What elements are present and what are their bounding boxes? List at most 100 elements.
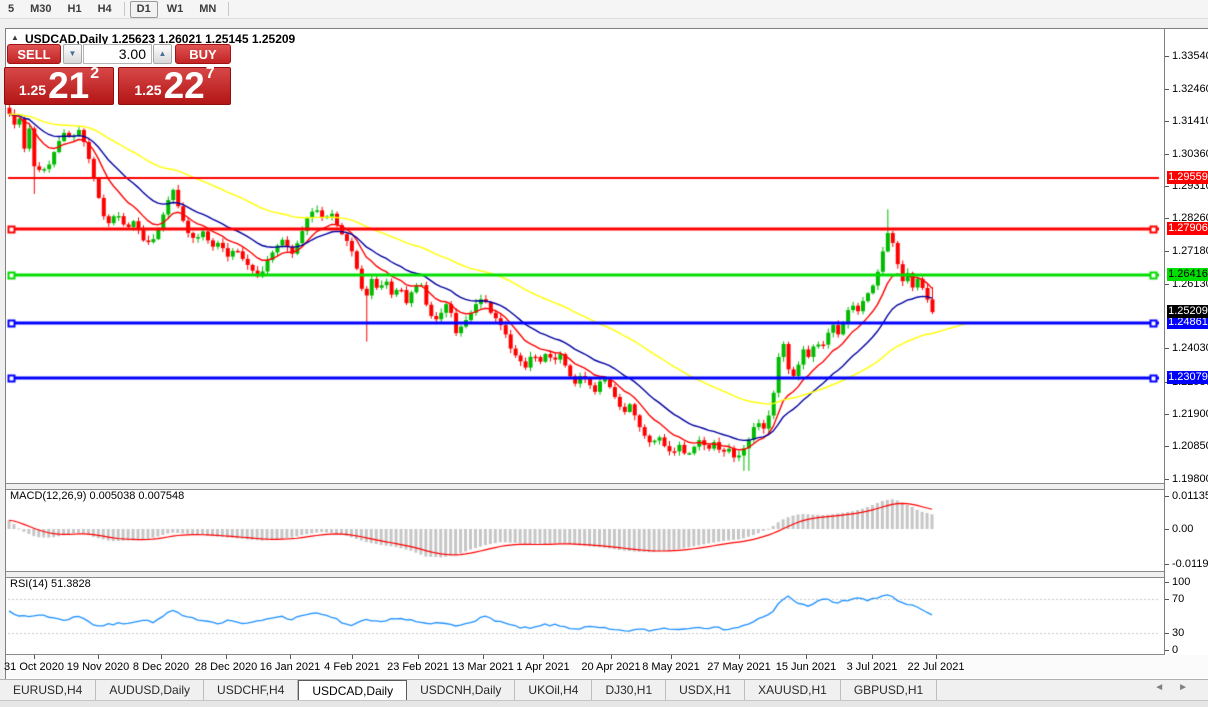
buy-quote-box[interactable]: 1.25 22 7 (118, 65, 231, 106)
timeframe-button-mn[interactable]: MN (192, 1, 223, 18)
chart-tab-usdx-h1[interactable]: USDX,H1 (666, 680, 746, 701)
date-tick-label: 13 Mar 2021 (452, 661, 514, 673)
toolbar-separator (123, 2, 125, 16)
date-tickmark (34, 655, 35, 659)
date-tickmark (543, 655, 544, 659)
date-tick-label: 15 Jun 2021 (775, 661, 837, 673)
sell-quote-box[interactable]: 1.25 21 2 (4, 65, 114, 106)
date-tick-label: 3 Jul 2021 (846, 661, 898, 673)
tab-scroll-arrows[interactable]: ◄► (1154, 682, 1202, 693)
macd-tick-label: -0.011904 (1172, 558, 1208, 570)
date-tick-label: 31 Oct 2020 (4, 661, 64, 673)
date-tickmark (671, 655, 672, 659)
rsi-splitter[interactable] (6, 571, 1208, 578)
timeframe-toolbar: 5 M30 H1 H4 D1 W1 MN (0, 0, 1208, 19)
macd-tick-label: 0.01135 (1172, 490, 1208, 502)
axis-tickmark (1165, 56, 1169, 57)
date-tickmark (226, 655, 227, 659)
volume-down-button[interactable]: ▼ (63, 44, 82, 64)
sell-button[interactable]: SELL (7, 44, 61, 64)
sell-price-figure: 1.25 (18, 82, 47, 98)
macd-label: MACD(12,26,9) 0.005038 0.007548 (10, 490, 185, 502)
date-tick-label: 16 Jan 2021 (259, 661, 321, 673)
axis-tickmark (1165, 650, 1169, 651)
toolbar-separator (228, 2, 230, 16)
axis-tickmark (1165, 284, 1169, 285)
axis-tickmark (1165, 218, 1169, 219)
date-tickmark (739, 655, 740, 659)
date-axis[interactable]: 31 Oct 2020 19 Nov 2020 8 Dec 2020 28 Dec 2… (4, 655, 1208, 678)
date-tickmark (161, 655, 162, 659)
date-tickmark (611, 655, 612, 659)
axis-tickmark (1165, 529, 1169, 530)
timeframe-button-m30[interactable]: M30 (23, 1, 58, 18)
chart-tab-dj30-h1[interactable]: DJ30,H1 (592, 680, 667, 701)
price-tick-label: 1.31410 (1172, 115, 1208, 127)
date-tick-label: 4 Feb 2021 (324, 661, 380, 673)
price-tick-label: 1.24030 (1172, 342, 1208, 354)
mt4-terminal: 5 M30 H1 H4 D1 W1 MN ▲ USDCAD,Daily 1.25623 1.… (0, 0, 1208, 707)
price-tick-label: 1.19800 (1172, 473, 1208, 485)
chart-tab-xauusd-h1[interactable]: XAUUSD,H1 (745, 680, 841, 701)
timeframe-button-h1[interactable]: H1 (61, 1, 89, 18)
chart-tab-gbpusd-h1[interactable]: GBPUSD,H1 (841, 680, 938, 701)
axis-tickmark (1165, 154, 1169, 155)
hline-price-label[interactable]: 1.26416 (1167, 268, 1208, 281)
rsi-tick-label: 100 (1172, 576, 1191, 588)
hline-price-label[interactable]: 1.27906 (1167, 222, 1208, 235)
date-tickmark (872, 655, 873, 659)
timeframe-button-h4[interactable]: H4 (91, 1, 119, 18)
date-tickmark (806, 655, 807, 659)
timeframe-button-d1[interactable]: D1 (129, 0, 158, 18)
rsi-panel-canvas[interactable] (6, 576, 1164, 654)
buy-price-fraction: 7 (205, 65, 215, 82)
sell-price-fraction: 2 (90, 65, 100, 82)
hline-price-label[interactable]: 1.23079 (1167, 371, 1208, 384)
chart-tab-ukoil-h4[interactable]: UKOil,H4 (515, 680, 593, 701)
axis-tickmark (1165, 414, 1169, 415)
price-tick-label: 1.30360 (1172, 148, 1208, 160)
axis-tickmark (1165, 251, 1169, 252)
axis-tickmark (1165, 479, 1169, 480)
tab-scroll-right-icon[interactable]: ► (1178, 682, 1202, 693)
hline-price-label[interactable]: 1.29559 (1167, 171, 1208, 184)
macd-splitter[interactable] (6, 483, 1208, 490)
price-tick-label: 1.32460 (1172, 83, 1208, 95)
collapse-panel-icon[interactable]: ▲ (11, 33, 19, 42)
volume-input[interactable] (83, 44, 152, 64)
chart-tab-audusd-daily[interactable]: AUDUSD,Daily (96, 680, 205, 701)
axis-tickmark (1165, 121, 1169, 122)
date-tickmark (936, 655, 937, 659)
one-click-trade-panel: SELL ▼ ▲ BUY 1.25 21 2 1.25 22 7 (4, 43, 234, 123)
chart-tab-usdcnh-daily[interactable]: USDCNH,Daily (407, 680, 516, 701)
axis-tickmark (1165, 496, 1169, 497)
status-strip (0, 700, 1208, 707)
chart-tab-usdcad-daily[interactable]: USDCAD,Daily (298, 680, 408, 701)
date-tick-label: 19 Nov 2020 (66, 661, 130, 673)
price-axis[interactable]: 1.33540 1.32460 1.31410 1.30360 1.29310 1.282… (1164, 29, 1208, 656)
timeframe-button-5[interactable]: 5 (1, 1, 21, 18)
volume-up-button[interactable]: ▲ (153, 44, 172, 64)
chart-tab-bar: EURUSD,H4 AUDUSD,Daily USDCHF,H4 USDCAD,Dai… (0, 679, 1208, 701)
axis-tickmark (1165, 89, 1169, 90)
tab-scroll-left-icon[interactable]: ◄ (1154, 682, 1178, 693)
buy-price-pips: 22 (163, 65, 205, 106)
price-tick-label: 1.21900 (1172, 408, 1208, 420)
buy-button[interactable]: BUY (175, 44, 231, 64)
axis-tickmark (1165, 446, 1169, 447)
chart-window: ▲ USDCAD,Daily 1.25623 1.26021 1.25145 1… (4, 28, 1208, 679)
axis-tickmark (1165, 348, 1169, 349)
sell-price-pips: 21 (48, 65, 90, 106)
macd-tick-label: 0.00 (1172, 523, 1194, 535)
price-tick-label: 1.27180 (1172, 245, 1208, 257)
rsi-label: RSI(14) 51.3828 (10, 578, 91, 590)
date-tick-label: 8 May 2021 (642, 661, 700, 673)
rsi-tick-label: 30 (1172, 627, 1185, 639)
date-tick-label: 23 Feb 2021 (387, 661, 449, 673)
date-tickmark (418, 655, 419, 659)
date-tickmark (483, 655, 484, 659)
chart-tab-eurusd-h4[interactable]: EURUSD,H4 (0, 680, 97, 701)
timeframe-button-w1[interactable]: W1 (160, 1, 191, 18)
chart-tab-usdchf-h4[interactable]: USDCHF,H4 (204, 680, 299, 701)
rsi-tick-label: 70 (1172, 593, 1185, 605)
